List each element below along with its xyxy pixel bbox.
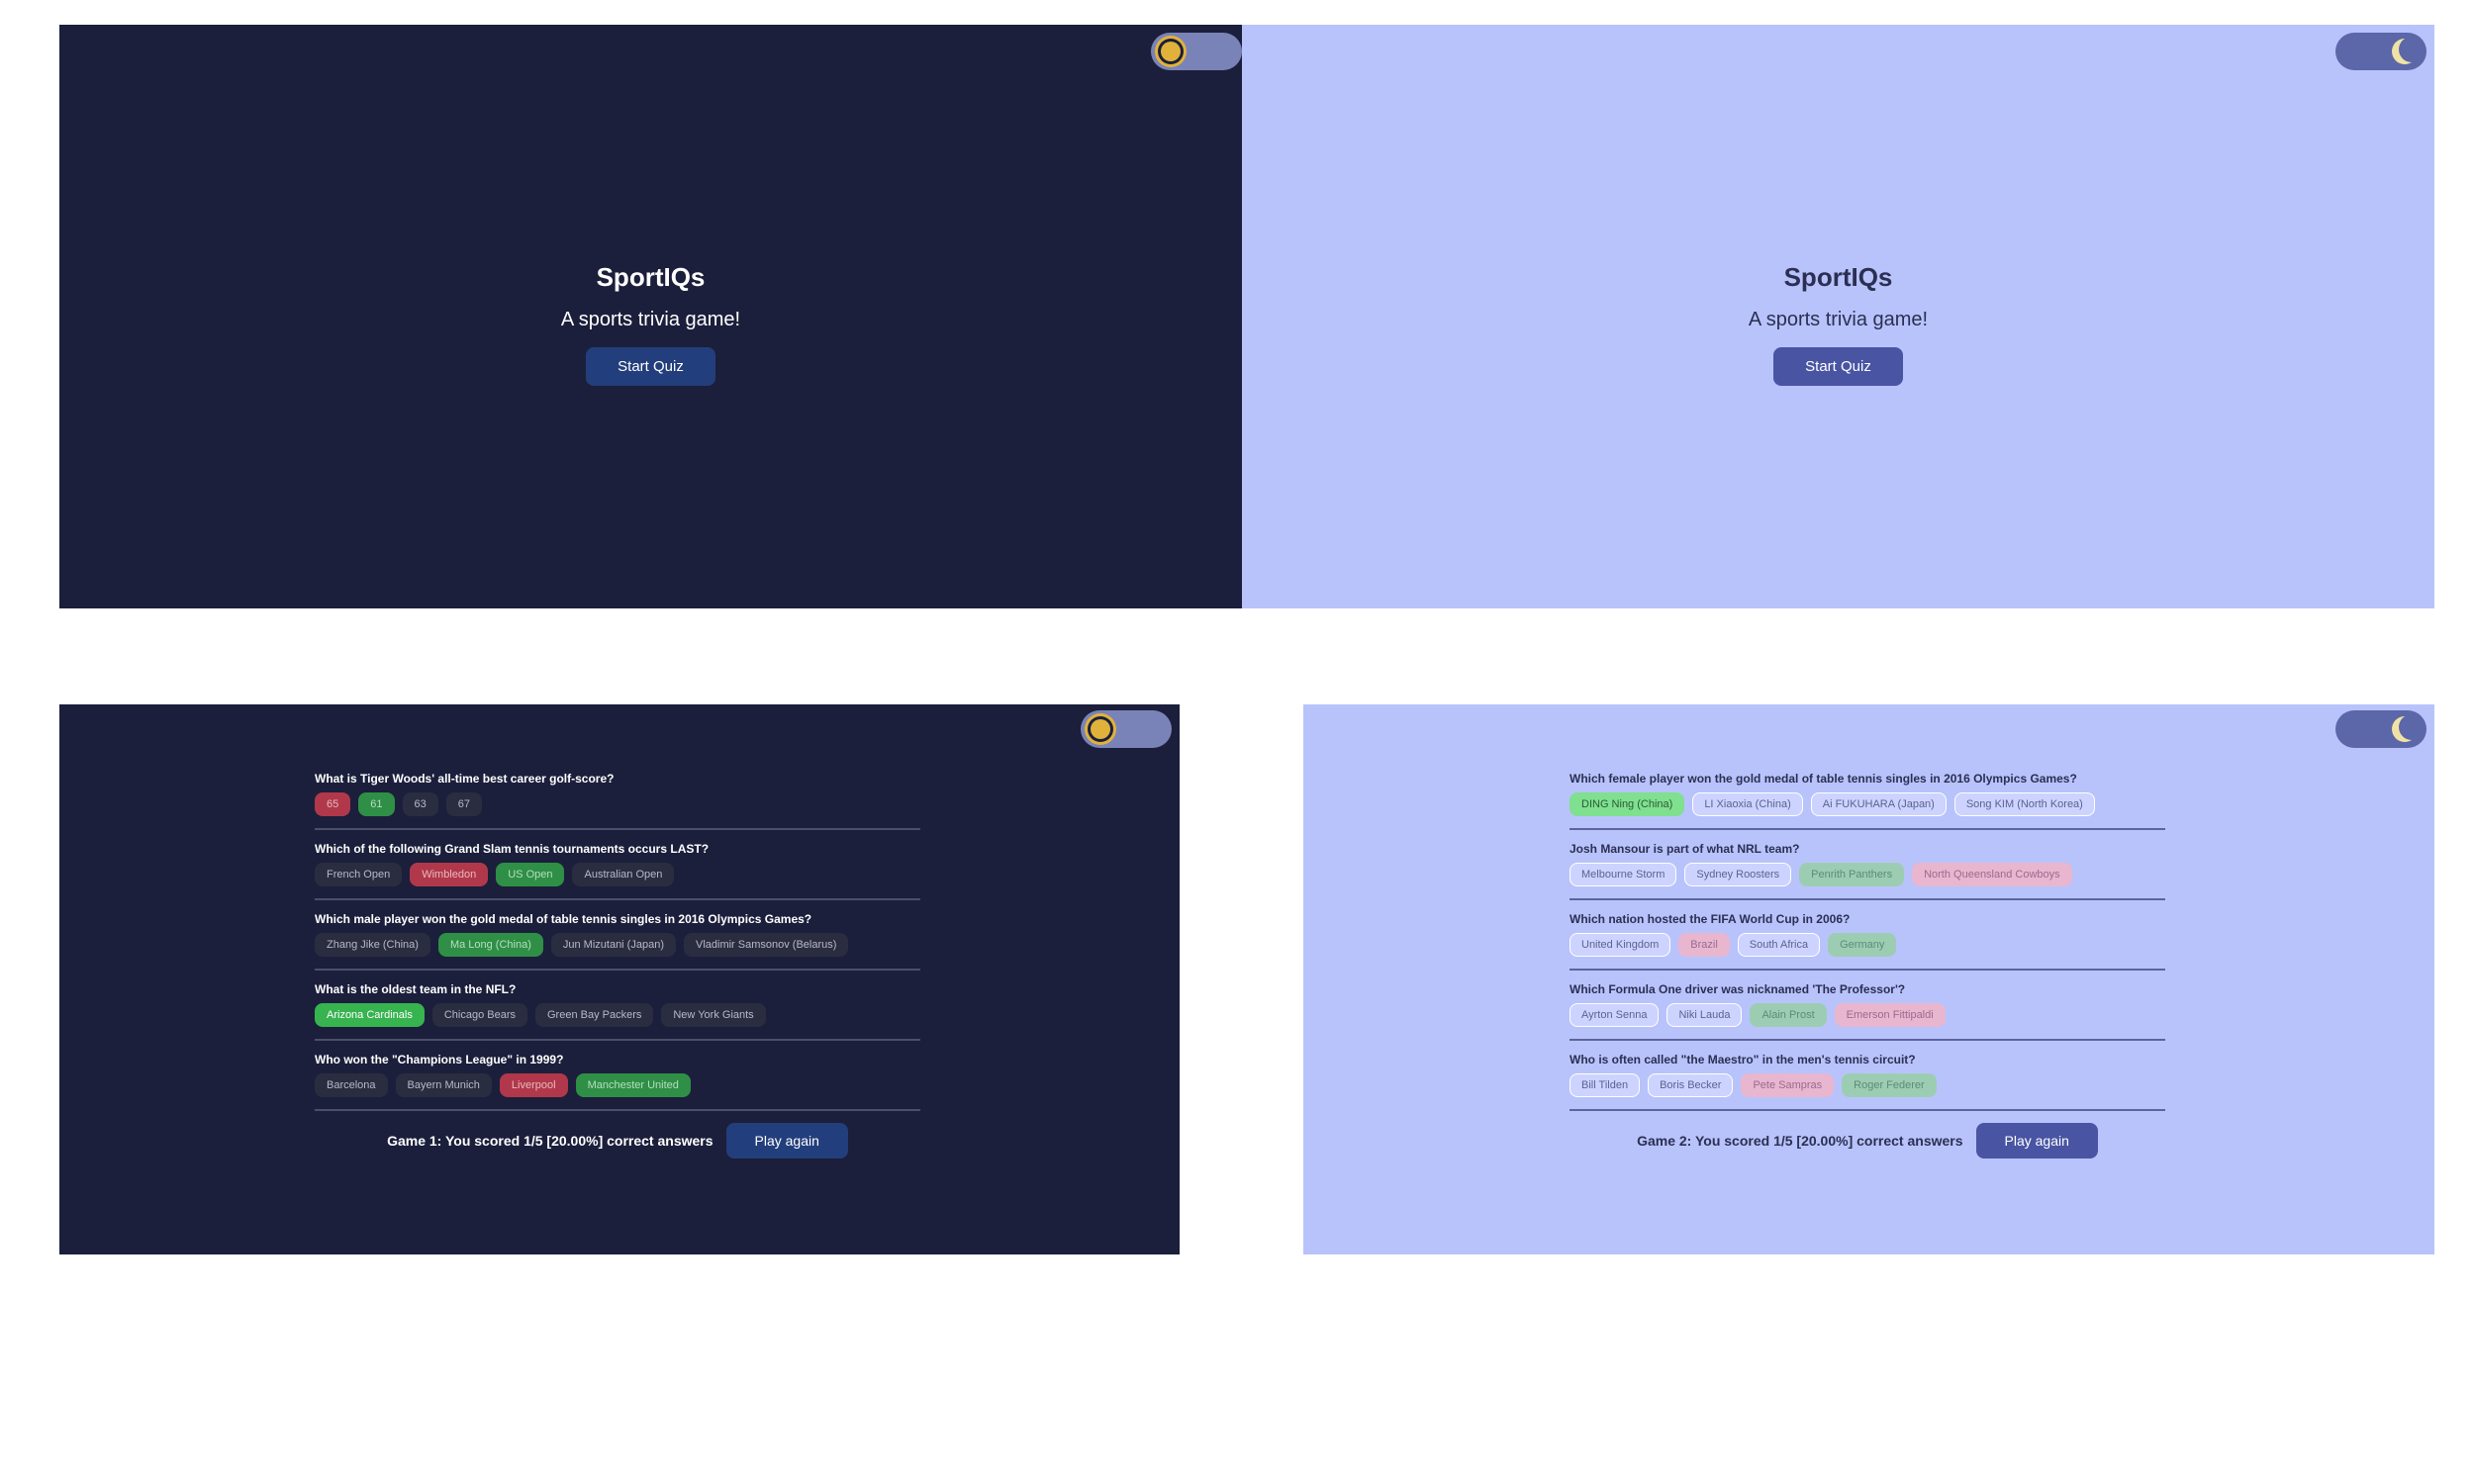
answer-option[interactable]: North Queensland Cowboys	[1912, 863, 2072, 886]
question-text: Which male player won the gold medal of …	[315, 912, 812, 926]
answer-option[interactable]: 61	[358, 792, 395, 816]
play-again-button[interactable]: Play again	[725, 1123, 848, 1159]
answer-option[interactable]: New York Giants	[661, 1003, 766, 1027]
question-text: Which nation hosted the FIFA World Cup i…	[1570, 912, 1851, 926]
answer-option[interactable]: Barcelona	[315, 1073, 388, 1097]
answer-option[interactable]: Wimbledon	[410, 863, 489, 886]
answer-option[interactable]: 65	[315, 792, 351, 816]
sun-icon	[1084, 712, 1117, 746]
answer-option[interactable]: Ayrton Senna	[1570, 1003, 1660, 1027]
answer-option[interactable]: Vladimir Samsonov (Belarus)	[683, 933, 849, 957]
question-block: Which nation hosted the FIFA World Cup i…	[1570, 912, 2165, 971]
question-text: Which of the following Grand Slam tennis…	[315, 842, 710, 856]
app-title: SportIQs	[596, 262, 706, 292]
answer-option[interactable]: DING Ning (China)	[1570, 792, 1685, 816]
answer-option[interactable]: Brazil	[1678, 933, 1730, 957]
question-text: Which Formula One driver was nicknamed '…	[1570, 982, 1906, 996]
answer-option[interactable]: Chicago Bears	[431, 1003, 527, 1027]
theme-toggle[interactable]	[2335, 710, 2426, 748]
answer-option[interactable]: Pete Sampras	[1741, 1073, 1835, 1097]
question-block: Who is often called "the Maestro" in the…	[1570, 1053, 2165, 1111]
answer-option[interactable]: Sydney Roosters	[1684, 863, 1792, 886]
answer-option[interactable]: Zhang Jike (China)	[315, 933, 430, 957]
app-subtitle: A sports trivia game!	[1748, 309, 1929, 330]
question-text: Which female player won the gold medal o…	[1570, 772, 2077, 786]
light-start-screen: SportIQs A sports trivia game! Start Qui…	[1242, 25, 2434, 608]
start-quiz-button[interactable]: Start Quiz	[586, 347, 715, 386]
question-block: Which female player won the gold medal o…	[1570, 772, 2165, 830]
light-results-screen: Which female player won the gold medal o…	[1303, 704, 2434, 1254]
answer-option[interactable]: Liverpool	[499, 1073, 568, 1097]
question-block: Which Formula One driver was nicknamed '…	[1570, 982, 2165, 1041]
score-text: Game 2: You scored 1/5 [20.00%] correct …	[1637, 1133, 1963, 1149]
answer-option[interactable]: Penrith Panthers	[1799, 863, 1905, 886]
intro: SportIQs A sports trivia game! Start Qui…	[1242, 262, 2434, 386]
app-title: SportIQs	[1783, 262, 1893, 292]
answer-option[interactable]: Germany	[1828, 933, 1897, 957]
question-text: Who won the "Champions League" in 1999?	[315, 1053, 564, 1067]
dark-start-screen: SportIQs A sports trivia game! Start Qui…	[59, 25, 1242, 608]
answer-option[interactable]: Melbourne Storm	[1570, 863, 1677, 886]
score-text: Game 1: You scored 1/5 [20.00%] correct …	[387, 1133, 714, 1149]
question-text: What is Tiger Woods' all-time best caree…	[315, 772, 615, 786]
app-subtitle: A sports trivia game!	[560, 309, 741, 330]
answer-option[interactable]: Jun Mizutani (Japan)	[550, 933, 676, 957]
answer-option[interactable]: LI Xiaoxia (China)	[1692, 792, 1803, 816]
question-block: What is the oldest team in the NFL? Ariz…	[315, 982, 920, 1041]
score-row: Game 1: You scored 1/5 [20.00%] correct …	[315, 1123, 920, 1159]
answer-option[interactable]: Bayern Munich	[395, 1073, 492, 1097]
answer-option[interactable]: Song KIM (North Korea)	[1953, 792, 2095, 816]
answer-option[interactable]: Australian Open	[572, 863, 675, 886]
dark-results-screen: What is Tiger Woods' all-time best caree…	[59, 704, 1180, 1254]
sun-icon	[1154, 35, 1188, 68]
quiz-results: Which female player won the gold medal o…	[1570, 772, 2165, 1159]
quiz-results: What is Tiger Woods' all-time best caree…	[315, 772, 920, 1159]
answer-option[interactable]: US Open	[496, 863, 565, 886]
answer-option[interactable]: Emerson Fittipaldi	[1834, 1003, 1946, 1027]
answer-option[interactable]: Manchester United	[575, 1073, 691, 1097]
moon-icon	[2389, 35, 2423, 68]
question-block: Josh Mansour is part of what NRL team? M…	[1570, 842, 2165, 900]
theme-toggle[interactable]	[1151, 33, 1242, 70]
answer-option[interactable]: French Open	[315, 863, 403, 886]
answer-option[interactable]: South Africa	[1737, 933, 1821, 957]
start-quiz-button[interactable]: Start Quiz	[1773, 347, 1903, 386]
score-row: Game 2: You scored 1/5 [20.00%] correct …	[1570, 1123, 2165, 1159]
question-block: Which male player won the gold medal of …	[315, 912, 920, 971]
intro: SportIQs A sports trivia game! Start Qui…	[59, 262, 1242, 386]
question-text: What is the oldest team in the NFL?	[315, 982, 517, 996]
answer-option[interactable]: Arizona Cardinals	[315, 1003, 425, 1027]
answer-option[interactable]: Ai FUKUHARA (Japan)	[1810, 792, 1947, 816]
answer-option[interactable]: Green Bay Packers	[534, 1003, 654, 1027]
moon-icon	[2389, 712, 2423, 746]
answer-option[interactable]: Bill Tilden	[1570, 1073, 1641, 1097]
answer-option[interactable]: 67	[445, 792, 482, 816]
play-again-button[interactable]: Play again	[1975, 1123, 2098, 1159]
theme-toggle[interactable]	[2335, 33, 2426, 70]
question-block: What is Tiger Woods' all-time best caree…	[315, 772, 920, 830]
question-text: Josh Mansour is part of what NRL team?	[1570, 842, 1800, 856]
answer-option[interactable]: 63	[402, 792, 438, 816]
answer-option[interactable]: United Kingdom	[1570, 933, 1671, 957]
answer-option[interactable]: Niki Lauda	[1666, 1003, 1743, 1027]
theme-toggle[interactable]	[1081, 710, 1172, 748]
answer-option[interactable]: Alain Prost	[1750, 1003, 1827, 1027]
answer-option[interactable]: Roger Federer	[1842, 1073, 1937, 1097]
question-block: Who won the "Champions League" in 1999? …	[315, 1053, 920, 1111]
answer-option[interactable]: Ma Long (China)	[437, 933, 543, 957]
answer-option[interactable]: Boris Becker	[1648, 1073, 1734, 1097]
question-text: Who is often called "the Maestro" in the…	[1570, 1053, 1916, 1067]
question-block: Which of the following Grand Slam tennis…	[315, 842, 920, 900]
